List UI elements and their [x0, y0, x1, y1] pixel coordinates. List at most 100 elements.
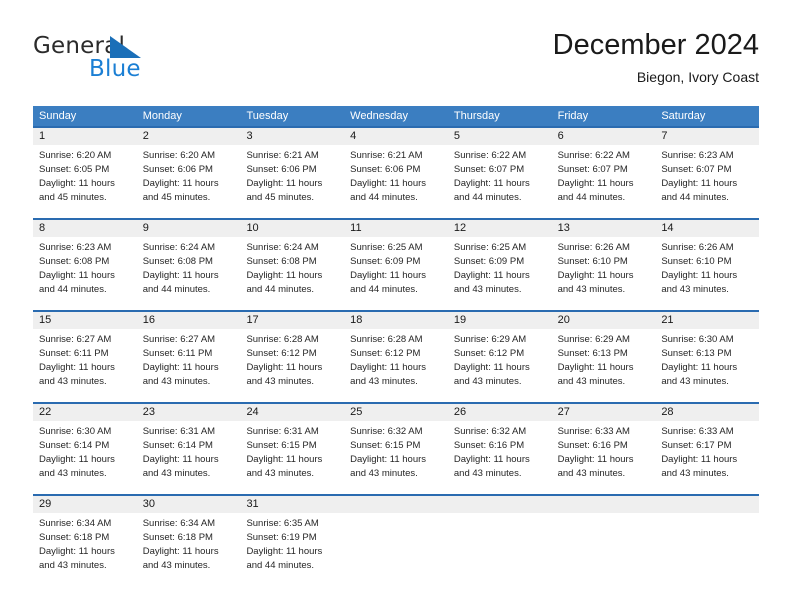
day-cell[interactable]: 22 Sunrise: 6:30 AM Sunset: 6:14 PM Dayligh… [33, 404, 137, 486]
sunset-time: Sunset: 6:09 PM [453, 256, 525, 267]
sunset-time: Sunset: 6:19 PM [246, 532, 317, 543]
sunrise-time: Sunrise: 6:29 AM [453, 334, 527, 345]
day-cell[interactable]: 10 Sunrise: 6:24 AM Sunset: 6:08 PM Dayligh… [240, 220, 345, 302]
location-subtitle: Biegon, Ivory Coast [636, 69, 759, 85]
day-info: Sunrise: 6:25 AM Sunset: 6:09 PM Daylight:… [344, 237, 448, 297]
daylight-line-2: and 44 minutes. [350, 192, 418, 203]
day-cell[interactable]: 19 Sunrise: 6:29 AM Sunset: 6:12 PM Dayligh… [447, 312, 552, 394]
sunset-time: Sunset: 6:17 PM [661, 440, 732, 451]
day-cell[interactable]: 18 Sunrise: 6:28 AM Sunset: 6:12 PM Dayligh… [344, 312, 448, 394]
day-number: 21 [655, 312, 760, 329]
sunset-time: Sunset: 6:09 PM [350, 256, 421, 267]
day-cell[interactable]: 7 Sunrise: 6:23 AM Sunset: 6:07 PM Daylight… [655, 128, 760, 210]
day-number: 8 [33, 220, 137, 237]
day-info: Sunrise: 6:21 AM Sunset: 6:06 PM Daylight:… [240, 145, 344, 205]
daylight-line-1: Daylight: 11 hours [557, 270, 634, 281]
daylight-line-1: Daylight: 11 hours [350, 454, 427, 465]
sunset-time: Sunset: 6:06 PM [246, 164, 317, 175]
day-number: 2 [136, 128, 241, 145]
sunset-time: Sunset: 6:11 PM [39, 348, 109, 359]
day-cell[interactable]: 25 Sunrise: 6:32 AM Sunset: 6:15 PM Dayligh… [344, 404, 448, 486]
daylight-line-2: and 43 minutes. [142, 468, 211, 479]
sunrise-time: Sunrise: 6:21 AM [246, 150, 319, 161]
day-cell[interactable]: 6 Sunrise: 6:22 AM Sunset: 6:07 PM Daylight… [551, 128, 656, 210]
daylight-line-1: Daylight: 11 hours [661, 362, 738, 373]
day-number: 24 [240, 404, 345, 421]
day-cell-empty [655, 496, 760, 578]
triangle-flag-icon [110, 36, 141, 58]
day-number: 31 [240, 496, 345, 513]
day-cell[interactable]: 9 Sunrise: 6:24 AM Sunset: 6:08 PM Daylight… [136, 220, 241, 302]
day-cell[interactable]: 2 Sunrise: 6:20 AM Sunset: 6:06 PM Daylight… [136, 128, 241, 210]
day-cell[interactable]: 1 Sunrise: 6:20 AM Sunset: 6:05 PM Daylight… [33, 128, 137, 210]
sunset-time: Sunset: 6:05 PM [39, 164, 110, 175]
day-cell[interactable]: 3 Sunrise: 6:21 AM Sunset: 6:06 PM Daylight… [240, 128, 345, 210]
daylight-line-1: Daylight: 11 hours [246, 454, 323, 465]
day-info: Sunrise: 6:22 AM Sunset: 6:07 PM Daylight:… [448, 145, 552, 205]
sunset-time: Sunset: 6:07 PM [453, 164, 525, 175]
day-cell[interactable]: 5 Sunrise: 6:22 AM Sunset: 6:07 PM Daylight… [447, 128, 552, 210]
sunset-time: Sunset: 6:10 PM [661, 256, 732, 267]
day-number [344, 496, 448, 513]
day-cell[interactable]: 16 Sunrise: 6:27 AM Sunset: 6:11 PM Dayligh… [136, 312, 241, 394]
day-info: Sunrise: 6:30 AM Sunset: 6:14 PM Daylight:… [33, 421, 137, 481]
week-row: 22 Sunrise: 6:30 AM Sunset: 6:14 PM Dayligh… [33, 402, 760, 486]
weekday-header-sunday: Sunday [39, 110, 77, 122]
day-info: Sunrise: 6:34 AM Sunset: 6:18 PM Daylight:… [33, 513, 137, 573]
day-cell[interactable]: 13 Sunrise: 6:26 AM Sunset: 6:10 PM Dayligh… [551, 220, 656, 302]
day-cell[interactable]: 27 Sunrise: 6:33 AM Sunset: 6:16 PM Dayligh… [551, 404, 656, 486]
daylight-line-1: Daylight: 11 hours [557, 454, 634, 465]
daylight-line-2: and 44 minutes. [350, 284, 418, 295]
day-info: Sunrise: 6:35 AM Sunset: 6:19 PM Daylight:… [240, 513, 344, 573]
daylight-line-2: and 44 minutes. [453, 192, 522, 203]
day-cell[interactable]: 11 Sunrise: 6:25 AM Sunset: 6:09 PM Dayligh… [344, 220, 448, 302]
daylight-line-1: Daylight: 11 hours [661, 454, 738, 465]
day-cell[interactable]: 20 Sunrise: 6:29 AM Sunset: 6:13 PM Dayligh… [551, 312, 656, 394]
day-cell[interactable]: 28 Sunrise: 6:33 AM Sunset: 6:17 PM Dayligh… [655, 404, 760, 486]
day-number: 3 [240, 128, 345, 145]
daylight-line-2: and 44 minutes. [246, 560, 315, 571]
day-cell[interactable]: 30 Sunrise: 6:34 AM Sunset: 6:18 PM Dayligh… [136, 496, 241, 578]
daylight-line-1: Daylight: 11 hours [453, 454, 530, 465]
page-title: December 2024 [552, 29, 759, 61]
daylight-line-1: Daylight: 11 hours [246, 178, 323, 189]
title-block: December 2024 Biegon, Ivory Coast [553, 28, 759, 86]
day-cell[interactable]: 12 Sunrise: 6:25 AM Sunset: 6:09 PM Dayligh… [447, 220, 552, 302]
daylight-line-1: Daylight: 11 hours [39, 546, 115, 557]
weekday-header-wednesday: Wednesday [350, 110, 409, 122]
sunrise-time: Sunrise: 6:30 AM [39, 426, 112, 437]
day-number: 25 [344, 404, 448, 421]
sunrise-time: Sunrise: 6:32 AM [350, 426, 423, 437]
day-cell[interactable]: 21 Sunrise: 6:30 AM Sunset: 6:13 PM Dayligh… [655, 312, 760, 394]
daylight-line-2: and 45 minutes. [246, 192, 315, 203]
sunset-time: Sunset: 6:07 PM [557, 164, 628, 175]
day-cell[interactable]: 24 Sunrise: 6:31 AM Sunset: 6:15 PM Dayligh… [240, 404, 345, 486]
day-cell[interactable]: 17 Sunrise: 6:28 AM Sunset: 6:12 PM Dayligh… [240, 312, 345, 394]
day-number: 1 [33, 128, 137, 145]
daylight-line-2: and 43 minutes. [246, 376, 315, 387]
daylight-line-1: Daylight: 11 hours [142, 178, 219, 189]
brand-logo[interactable]: General Blue [33, 33, 243, 85]
day-cell[interactable]: 31 Sunrise: 6:35 AM Sunset: 6:19 PM Dayligh… [240, 496, 345, 578]
daylight-line-1: Daylight: 11 hours [557, 362, 634, 373]
day-cell[interactable]: 4 Sunrise: 6:21 AM Sunset: 6:06 PM Daylight… [344, 128, 448, 210]
weekday-header-monday: Monday [142, 110, 182, 122]
daylight-line-1: Daylight: 11 hours [350, 362, 427, 373]
sunrise-time: Sunrise: 6:32 AM [453, 426, 527, 437]
day-cell[interactable]: 15 Sunrise: 6:27 AM Sunset: 6:11 PM Dayligh… [33, 312, 137, 394]
sunrise-time: Sunrise: 6:26 AM [557, 242, 630, 253]
day-cell[interactable]: 26 Sunrise: 6:32 AM Sunset: 6:16 PM Dayligh… [447, 404, 552, 486]
daylight-line-1: Daylight: 11 hours [142, 270, 219, 281]
day-cell[interactable]: 23 Sunrise: 6:31 AM Sunset: 6:14 PM Dayligh… [136, 404, 241, 486]
week-row: 1 Sunrise: 6:20 AM Sunset: 6:05 PM Daylight… [33, 126, 760, 210]
day-info: Sunrise: 6:34 AM Sunset: 6:18 PM Daylight:… [137, 513, 241, 573]
weekday-header-row: Sunday Monday Tuesday Wednesday Thursday… [33, 106, 759, 126]
sunset-time: Sunset: 6:08 PM [246, 256, 317, 267]
daylight-line-2: and 45 minutes. [142, 192, 211, 203]
day-number: 10 [240, 220, 345, 237]
daylight-line-2: and 43 minutes. [557, 376, 626, 387]
day-cell[interactable]: 8 Sunrise: 6:23 AM Sunset: 6:08 PM Daylight… [33, 220, 137, 302]
daylight-line-2: and 45 minutes. [39, 192, 107, 203]
day-cell[interactable]: 14 Sunrise: 6:26 AM Sunset: 6:10 PM Dayligh… [655, 220, 760, 302]
day-cell[interactable]: 29 Sunrise: 6:34 AM Sunset: 6:18 PM Dayligh… [33, 496, 137, 578]
